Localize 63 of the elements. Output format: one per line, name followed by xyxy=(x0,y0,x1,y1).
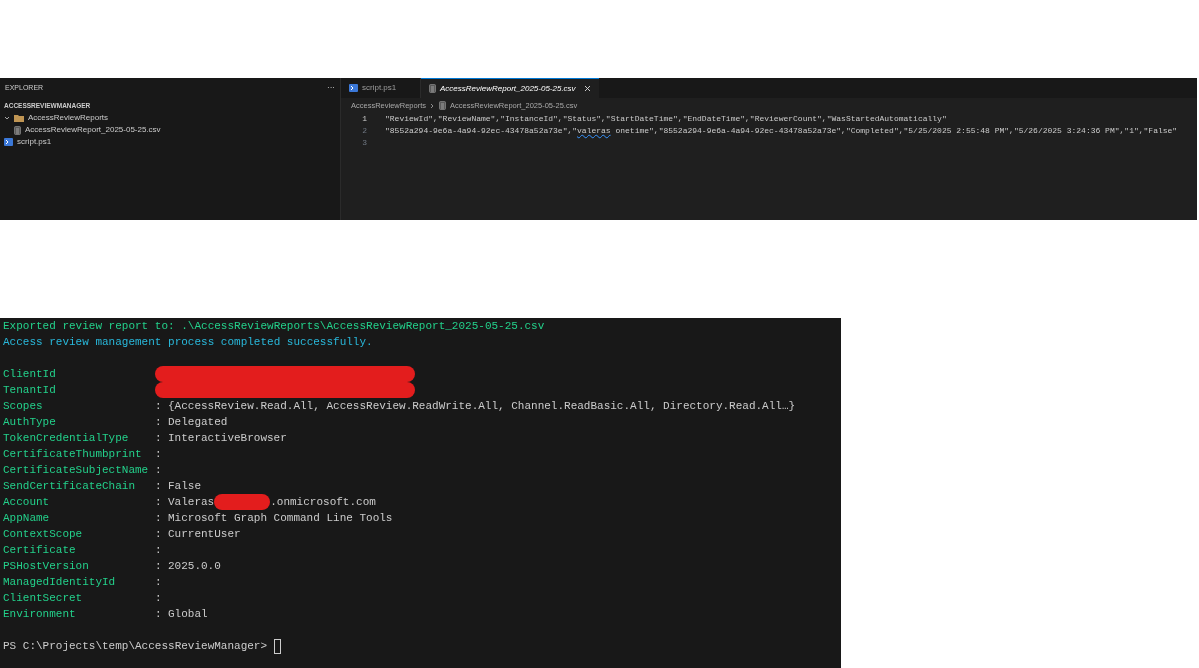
colon-separator: : xyxy=(155,399,163,414)
colon-separator: : xyxy=(155,559,163,574)
file-tree-item[interactable]: AccessReviewReports xyxy=(0,112,340,124)
property-name: ManagedIdentityId xyxy=(3,575,117,590)
colon-separator: : xyxy=(155,527,163,542)
document-icon xyxy=(439,101,447,110)
more-actions-button[interactable]: ··· xyxy=(327,84,335,92)
property-value: InteractiveBrowser xyxy=(168,431,287,446)
line-number: 2 xyxy=(361,125,367,137)
line-number: 3 xyxy=(361,137,367,149)
file-tree-item[interactable]: AccessReviewReport_2025-05-25.csv xyxy=(0,124,340,136)
colon-separator: : xyxy=(155,607,163,622)
property-name: ContextScope xyxy=(3,527,84,542)
code-line: "8552a294-9e6a-4a94-92ec-43478a52a73e","valeras onetime","8552a294-9e6a-4a94-92ec-43478a52a73e","Completed","5/25/2025 2:55:48 PM","5/26/2025 3:24:36 PM","1","False" xyxy=(385,125,1178,137)
property-name: Certificate xyxy=(3,543,77,558)
line-number: 1 xyxy=(361,113,367,125)
property-value: Microsoft Graph Command Line Tools xyxy=(168,511,393,526)
document-icon xyxy=(429,84,436,93)
property-name: CertificateThumbprint xyxy=(3,447,143,462)
property-name: Account xyxy=(3,495,51,510)
terminal-message: Exported review report to: .\AccessReviewReports\AccessReviewReport_2025-05-25.csv xyxy=(3,319,545,334)
property-name: TenantId xyxy=(3,383,57,398)
text-cursor xyxy=(274,638,282,654)
property-name: AppName xyxy=(3,511,51,526)
property-value: .onmicrosoft.com xyxy=(270,495,376,510)
close-icon[interactable] xyxy=(583,85,591,92)
redaction-mark xyxy=(214,494,271,510)
powershell-file-icon xyxy=(349,84,358,92)
property-value: 2025.0.0 xyxy=(168,559,221,574)
terminal-message: Access review management process completed successfully. xyxy=(3,335,373,350)
colon-separator: : xyxy=(155,447,163,462)
property-name: ClientId xyxy=(3,367,57,382)
property-value: CurrentUser xyxy=(168,527,241,542)
property-name: SendCertificateChain xyxy=(3,479,137,494)
property-name: CertificateSubjectName xyxy=(3,463,150,478)
colon-separator: : xyxy=(155,495,163,510)
chevron-icon xyxy=(430,102,436,109)
document-icon xyxy=(14,125,21,135)
property-name: PSHostVersion xyxy=(3,559,90,574)
folder-icon xyxy=(14,114,24,122)
code-line: "ReviewId","ReviewName","InstanceId","Status","StartDateTime","EndDateTime","ReviewerCount","WasStartedAutomatically" xyxy=(385,113,947,125)
terminal-prompt: PS C:\Projects\temp\AccessReviewManager> xyxy=(3,639,268,654)
colon-separator: : xyxy=(155,591,163,606)
colon-separator: : xyxy=(155,415,163,430)
property-value: Delegated xyxy=(168,415,228,430)
property-name: ClientSecret xyxy=(3,591,84,606)
property-value: Global xyxy=(168,607,208,622)
colon-separator: : xyxy=(155,431,163,446)
colon-separator: : xyxy=(155,575,163,590)
property-name: TokenCredentialType xyxy=(3,431,130,446)
property-value: False xyxy=(168,479,201,494)
colon-separator: : xyxy=(155,511,163,526)
property-value: Valeras xyxy=(168,495,215,510)
file-tree-item[interactable]: script.ps1 xyxy=(0,136,340,148)
colon-separator: : xyxy=(155,479,163,494)
colon-separator: : xyxy=(155,543,163,558)
property-name: AuthType xyxy=(3,415,57,430)
colon-separator: : xyxy=(155,463,163,478)
property-name: Scopes xyxy=(3,399,44,414)
property-value: {AccessReview.Read.All, AccessReview.ReadWrite.All, Channel.ReadBasic.All, Directory.Read.All…} xyxy=(168,399,796,414)
powershell-file-icon xyxy=(4,138,13,146)
editor-tab[interactable]: AccessReviewReport_2025-05-25.csv xyxy=(421,78,599,98)
property-name: Environment xyxy=(3,607,77,622)
